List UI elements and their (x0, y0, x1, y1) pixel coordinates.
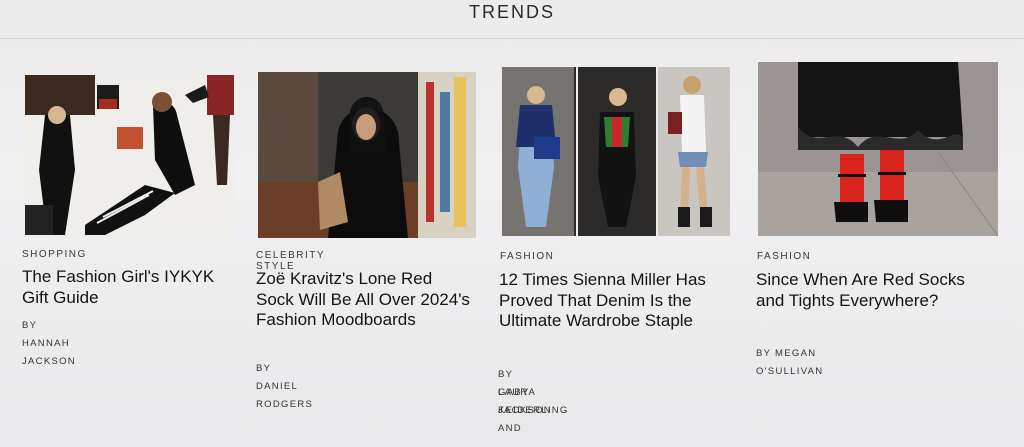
article-headline[interactable]: Zoë Kravitz's Lone Red Sock Will Be All … (256, 269, 471, 331)
article-byline[interactable]: BY DANIEL RODGERS (256, 360, 313, 414)
article-image-4[interactable] (758, 62, 998, 236)
article-category[interactable]: SHOPPING (22, 249, 87, 260)
article-byline-continued[interactable]: GABY KEIDERLING (498, 384, 569, 420)
section-divider (0, 38, 1024, 39)
article-headline[interactable]: 12 Times Sienna Miller Has Proved That D… (499, 270, 731, 332)
article-image-1[interactable] (25, 75, 234, 237)
article-category[interactable]: FASHION (500, 251, 554, 262)
article-byline[interactable]: BY MEGAN O'SULLIVAN (756, 345, 823, 381)
section-title: TRENDS (468, 2, 555, 22)
article-headline[interactable]: Since When Are Red Socks and Tights Ever… (756, 270, 986, 311)
article-category[interactable]: FASHION (757, 251, 811, 262)
article-byline[interactable]: BY HANNAH JACKSON (22, 317, 76, 371)
article-headline[interactable]: The Fashion Girl's IYKYK Gift Guide (22, 267, 232, 308)
article-image-2[interactable] (258, 72, 476, 238)
article-image-3[interactable] (502, 67, 730, 236)
